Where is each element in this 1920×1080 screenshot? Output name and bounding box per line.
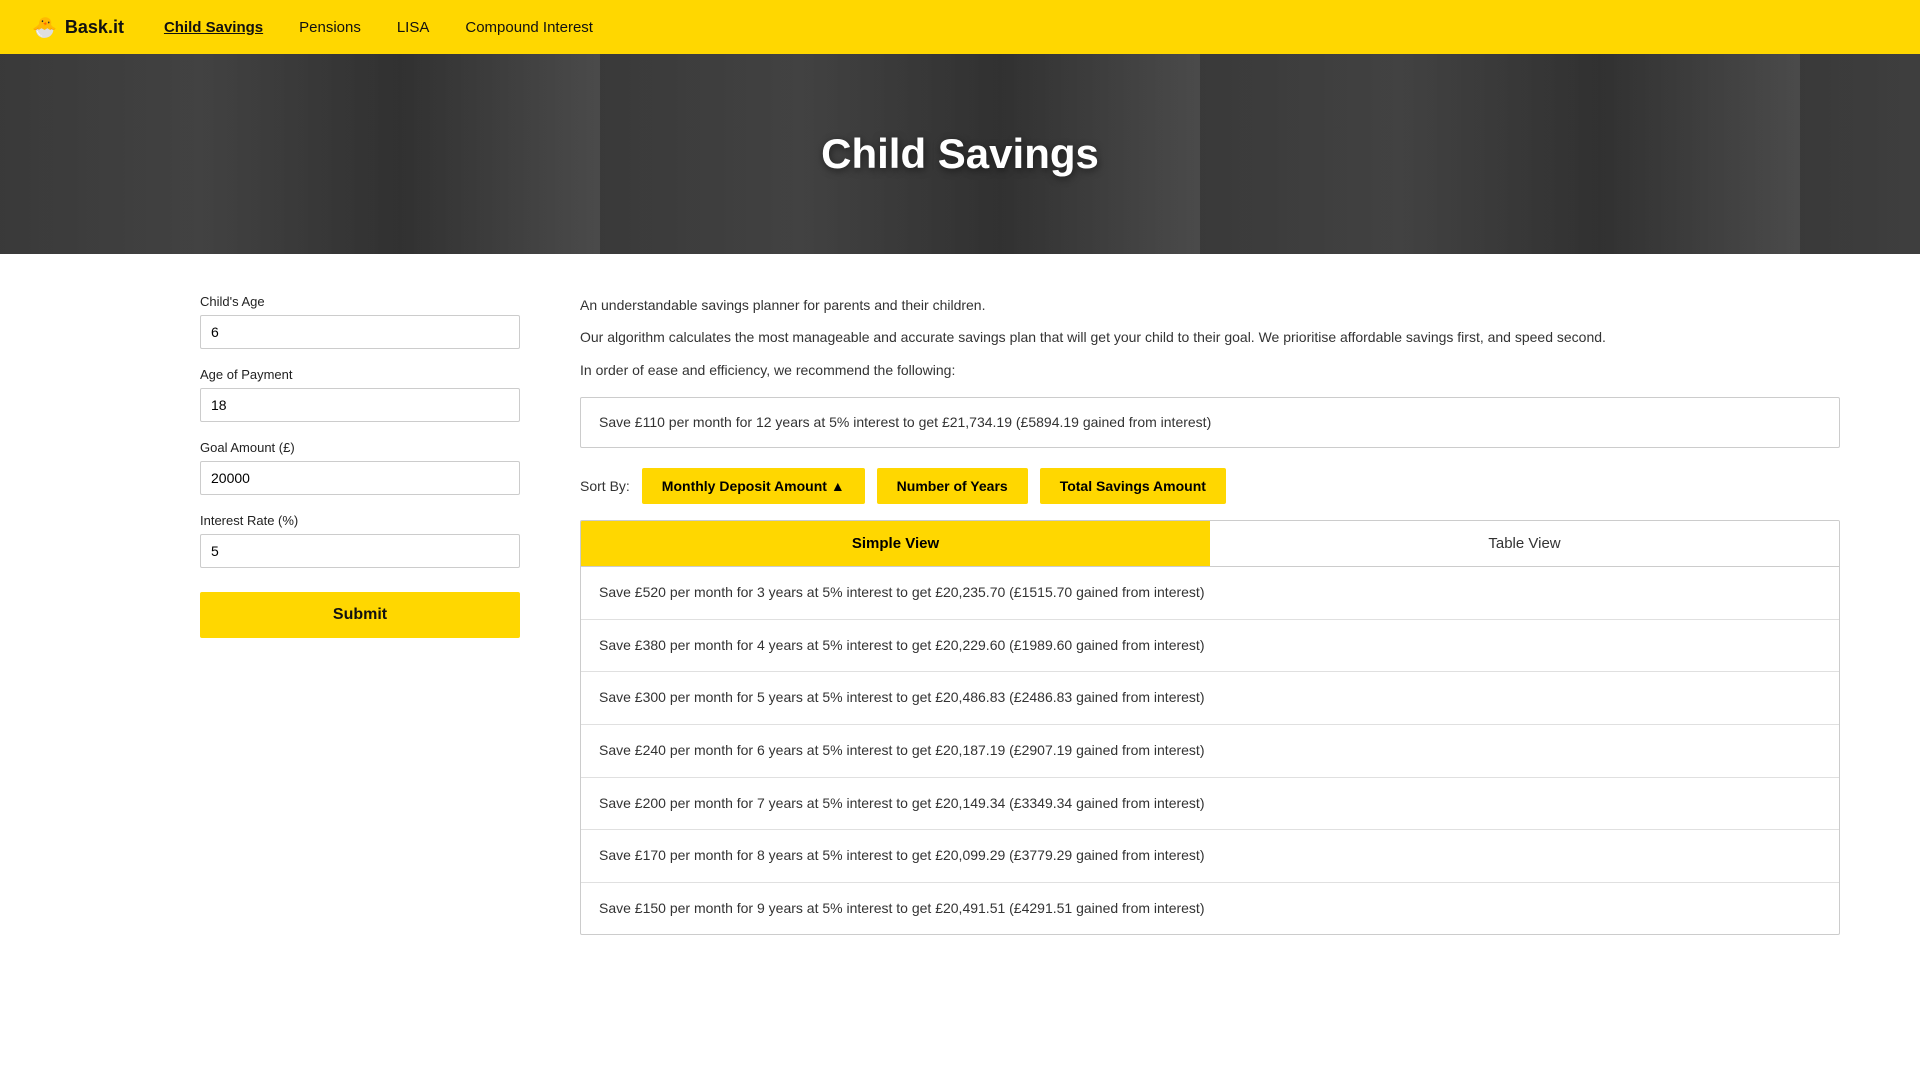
result-row-5: Save £170 per month for 8 years at 5% in… <box>581 830 1839 883</box>
logo-text: Bask.it <box>65 17 124 38</box>
result-row-0: Save £520 per month for 3 years at 5% in… <box>581 567 1839 620</box>
field-age-of-payment: Age of Payment <box>200 367 520 422</box>
input-interest-rate[interactable] <box>200 534 520 568</box>
label-age-of-payment: Age of Payment <box>200 367 520 382</box>
result-row-4: Save £200 per month for 7 years at 5% in… <box>581 778 1839 831</box>
field-childs-age: Child's Age <box>200 294 520 349</box>
sort-monthly-deposit[interactable]: Monthly Deposit Amount ▲ <box>642 468 865 504</box>
recommendation-text: Save £110 per month for 12 years at 5% i… <box>599 414 1211 430</box>
tab-table-view[interactable]: Table View <box>1210 521 1839 566</box>
field-interest-rate: Interest Rate (%) <box>200 513 520 568</box>
description-line1: An understandable savings planner for pa… <box>580 294 1840 316</box>
description-line3: In order of ease and efficiency, we reco… <box>580 359 1840 381</box>
sort-total-savings[interactable]: Total Savings Amount <box>1040 468 1226 504</box>
sort-by-label: Sort By: <box>580 478 630 494</box>
input-goal-amount[interactable] <box>200 461 520 495</box>
nav-link-lisa[interactable]: LISA <box>397 19 430 36</box>
submit-button[interactable]: Submit <box>200 592 520 638</box>
result-rows: Save £520 per month for 3 years at 5% in… <box>581 567 1839 934</box>
input-age-of-payment[interactable] <box>200 388 520 422</box>
navbar: 🐣 Bask.it Child Savings Pensions LISA Co… <box>0 0 1920 54</box>
nav-link-child-savings[interactable]: Child Savings <box>164 19 263 36</box>
result-row-6: Save £150 per month for 9 years at 5% in… <box>581 883 1839 935</box>
results-panel: An understandable savings planner for pa… <box>580 294 1840 935</box>
nav-link-pensions[interactable]: Pensions <box>299 19 361 36</box>
result-row-1: Save £380 per month for 4 years at 5% in… <box>581 620 1839 673</box>
hero-title: Child Savings <box>821 130 1099 178</box>
nav-link-compound-interest[interactable]: Compound Interest <box>465 19 593 36</box>
tab-simple-view[interactable]: Simple View <box>581 521 1210 566</box>
input-childs-age[interactable] <box>200 315 520 349</box>
sort-number-of-years[interactable]: Number of Years <box>877 468 1028 504</box>
label-interest-rate: Interest Rate (%) <box>200 513 520 528</box>
result-row-2: Save £300 per month for 5 years at 5% in… <box>581 672 1839 725</box>
label-goal-amount: Goal Amount (£) <box>200 440 520 455</box>
results-container: Simple View Table View Save £520 per mon… <box>580 520 1840 935</box>
result-row-3: Save £240 per month for 6 years at 5% in… <box>581 725 1839 778</box>
sort-by-row: Sort By: Monthly Deposit Amount ▲ Number… <box>580 468 1840 504</box>
nav-links: Child Savings Pensions LISA Compound Int… <box>164 19 593 36</box>
field-goal-amount: Goal Amount (£) <box>200 440 520 495</box>
description-line2: Our algorithm calculates the most manage… <box>580 326 1840 348</box>
label-childs-age: Child's Age <box>200 294 520 309</box>
view-tabs: Simple View Table View <box>581 521 1839 567</box>
logo-icon: 🐣 <box>32 15 57 40</box>
hero-banner: Child Savings <box>0 54 1920 254</box>
recommendation-box: Save £110 per month for 12 years at 5% i… <box>580 397 1840 448</box>
form-panel: Child's Age Age of Payment Goal Amount (… <box>200 294 520 638</box>
nav-logo[interactable]: 🐣 Bask.it <box>32 15 124 40</box>
main-content: Child's Age Age of Payment Goal Amount (… <box>0 254 1920 975</box>
